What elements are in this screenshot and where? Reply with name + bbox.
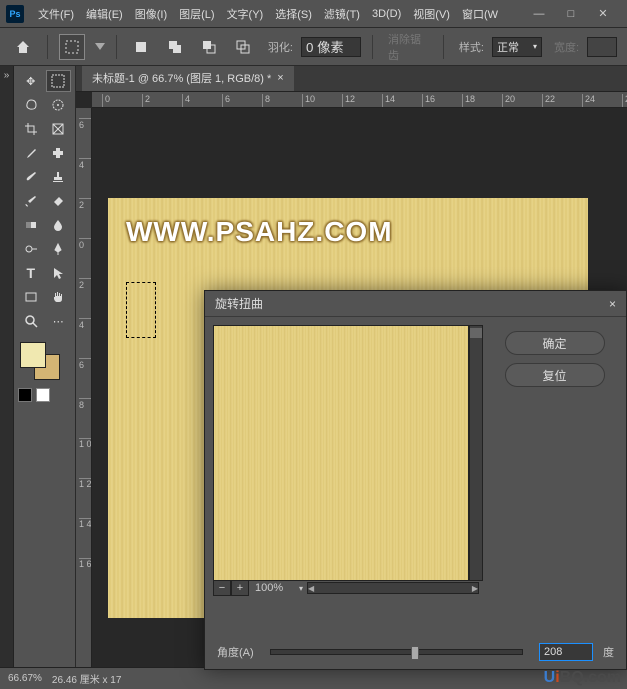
maximize-button[interactable]: □ bbox=[561, 4, 581, 24]
ruler-horizontal: 0 2 4 6 8 10 12 14 16 18 20 22 24 26 bbox=[92, 92, 627, 108]
status-dims: 26.46 厘米 x 17 bbox=[52, 671, 121, 686]
selection-marquee[interactable] bbox=[126, 282, 156, 338]
width-input bbox=[587, 37, 617, 57]
menu-filter[interactable]: 滤镜(T) bbox=[318, 2, 366, 26]
preview-image[interactable] bbox=[213, 325, 469, 581]
angle-label: 角度(A) bbox=[217, 644, 254, 660]
ps-logo: Ps bbox=[6, 5, 24, 23]
default-colors-icon[interactable] bbox=[18, 388, 32, 402]
marquee-mode-icon[interactable] bbox=[59, 34, 85, 60]
angle-unit: 度 bbox=[603, 644, 614, 660]
swap-colors-icon[interactable] bbox=[36, 388, 50, 402]
stamp-tool[interactable] bbox=[46, 166, 72, 188]
dropdown-icon[interactable] bbox=[95, 43, 105, 50]
home-icon[interactable] bbox=[10, 34, 36, 60]
type-tool[interactable]: T bbox=[18, 262, 44, 284]
preview-scroll-h[interactable]: ◀▶ bbox=[307, 582, 479, 594]
extra-tool[interactable]: ⋯ bbox=[46, 310, 72, 332]
sel-new-icon[interactable] bbox=[128, 34, 154, 60]
feather-label: 羽化: bbox=[268, 39, 293, 55]
zoom-in-button[interactable]: + bbox=[231, 580, 249, 596]
path-select-tool[interactable] bbox=[46, 262, 72, 284]
history-brush-tool[interactable] bbox=[18, 190, 44, 212]
close-button[interactable]: ✕ bbox=[593, 4, 613, 24]
blur-tool[interactable] bbox=[46, 214, 72, 236]
dodge-tool[interactable] bbox=[18, 238, 44, 260]
crop-tool[interactable] bbox=[18, 118, 44, 140]
zoom-out-button[interactable]: − bbox=[213, 580, 231, 596]
expand-icon[interactable]: » bbox=[4, 70, 10, 81]
ruler-vertical: 6 4 2 0 2 4 6 8 1 0 1 2 1 4 1 6 bbox=[76, 108, 92, 689]
angle-slider[interactable] bbox=[270, 649, 523, 655]
eyedropper-tool[interactable] bbox=[18, 142, 44, 164]
style-select[interactable]: 正常▾ bbox=[492, 37, 542, 57]
tools-panel: ✥ T ⋯ bbox=[14, 66, 76, 689]
quick-select-tool[interactable] bbox=[46, 94, 72, 116]
gradient-tool[interactable] bbox=[18, 214, 44, 236]
sel-subtract-icon[interactable] bbox=[196, 34, 222, 60]
feather-input[interactable] bbox=[301, 37, 361, 57]
angle-input[interactable] bbox=[539, 643, 593, 661]
menu-select[interactable]: 选择(S) bbox=[269, 2, 318, 26]
menu-3d[interactable]: 3D(D) bbox=[366, 4, 407, 24]
antialias-label: 消除锯齿 bbox=[388, 31, 432, 63]
menu-edit[interactable]: 编辑(E) bbox=[80, 2, 129, 26]
marquee-tool[interactable] bbox=[46, 70, 72, 92]
menu-view[interactable]: 视图(V) bbox=[407, 2, 456, 26]
frame-tool[interactable] bbox=[46, 118, 72, 140]
brush-tool[interactable] bbox=[18, 166, 44, 188]
heal-tool[interactable] bbox=[46, 142, 72, 164]
reset-button[interactable]: 复位 bbox=[505, 363, 605, 387]
uibq-watermark: UiBQ.com bbox=[544, 669, 621, 687]
document-tab[interactable]: 未标题-1 @ 66.7% (图层 1, RGB/8) *× bbox=[82, 66, 294, 91]
hand-tool[interactable] bbox=[46, 286, 72, 308]
eraser-tool[interactable] bbox=[46, 190, 72, 212]
menu-text[interactable]: 文字(Y) bbox=[221, 2, 270, 26]
dialog-title: 旋转扭曲 bbox=[215, 295, 263, 312]
move-tool[interactable]: ✥ bbox=[18, 70, 44, 92]
foreground-swatch[interactable] bbox=[20, 342, 46, 368]
menu-window[interactable]: 窗口(W bbox=[456, 2, 504, 26]
lasso-tool[interactable] bbox=[18, 94, 44, 116]
zoom-tool[interactable] bbox=[18, 310, 44, 332]
status-zoom[interactable]: 66.67% bbox=[8, 673, 42, 684]
menu-image[interactable]: 图像(I) bbox=[129, 2, 173, 26]
menu-file[interactable]: 文件(F) bbox=[32, 2, 80, 26]
close-tab-icon[interactable]: × bbox=[277, 72, 283, 84]
sel-intersect-icon[interactable] bbox=[230, 34, 256, 60]
preview-scroll-v[interactable] bbox=[469, 325, 483, 581]
menu-layer[interactable]: 图层(L) bbox=[173, 2, 220, 26]
width-label: 宽度: bbox=[554, 39, 579, 55]
zoom-level[interactable]: 100% bbox=[249, 582, 299, 594]
ok-button[interactable]: 确定 bbox=[505, 331, 605, 355]
twirl-dialog: 旋转扭曲× − + 100% ▾ ◀▶ 确定 复位 角度(A) 度 bbox=[204, 290, 627, 670]
minimize-button[interactable]: — bbox=[529, 4, 549, 24]
watermark-text: WWW.PSAHZ.COM bbox=[126, 216, 393, 248]
shape-tool[interactable] bbox=[18, 286, 44, 308]
style-label: 样式: bbox=[459, 39, 484, 55]
sel-add-icon[interactable] bbox=[162, 34, 188, 60]
dialog-close-icon[interactable]: × bbox=[609, 297, 616, 311]
pen-tool[interactable] bbox=[46, 238, 72, 260]
